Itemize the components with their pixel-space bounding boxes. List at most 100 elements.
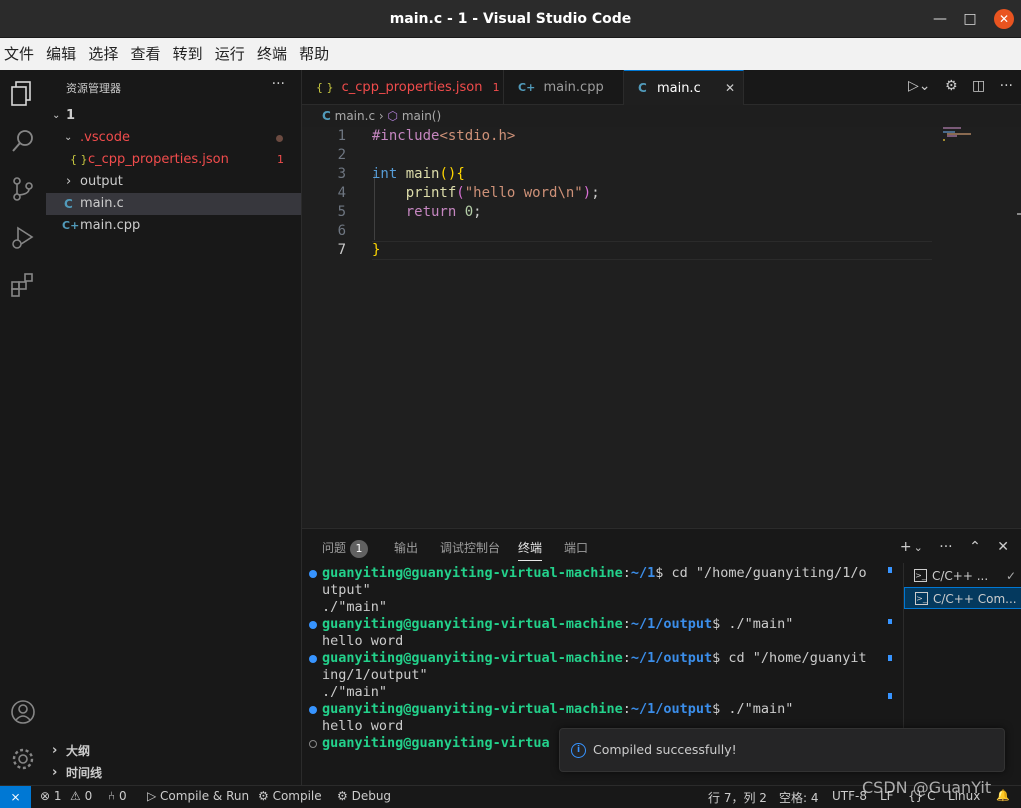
check-icon: ✓: [1005, 569, 1016, 583]
terminal-item[interactable]: >_ C/C++ Com...: [904, 587, 1021, 609]
notifications-bell-icon[interactable]: 🔔: [996, 789, 1010, 802]
chevron-down-icon[interactable]: ⌄: [914, 541, 923, 554]
tab-terminal[interactable]: 终端: [518, 539, 543, 561]
code-editor[interactable]: 1 #include<stdio.h> 2 3 int main(){ 4 pr…: [302, 127, 1021, 527]
json-icon: { }: [70, 153, 88, 166]
outline-section[interactable]: › 大纲: [46, 740, 301, 762]
command-status-dot[interactable]: [309, 655, 317, 663]
json-icon: { }: [316, 81, 334, 94]
timeline-label: 时间线: [66, 766, 103, 780]
terminal-line: guanyiting@guanyiting-virtual-machine:~/…: [322, 650, 867, 667]
tab-label: main.c: [656, 81, 701, 96]
explorer-icon[interactable]: [8, 78, 38, 108]
notification-toast[interactable]: i Compiled successfully!: [559, 728, 1005, 772]
maximize-button[interactable]: □: [960, 9, 980, 29]
close-panel-icon[interactable]: ✕: [997, 539, 1009, 555]
account-icon[interactable]: [8, 697, 38, 727]
minimize-button[interactable]: —: [930, 9, 950, 29]
source-control-icon[interactable]: [8, 174, 38, 204]
terminal-scrollbar[interactable]: [888, 563, 892, 743]
folder-output[interactable]: › output: [46, 171, 301, 193]
command-status-dot[interactable]: [309, 570, 317, 578]
file-main-cpp[interactable]: C+ main.cpp: [46, 215, 301, 237]
search-icon[interactable]: [8, 126, 38, 156]
code-text: int main(){: [372, 166, 465, 182]
terminal-line: ./"main": [322, 599, 388, 615]
minimap[interactable]: [941, 127, 1021, 527]
panel-actions: + ⌄ ··· ⌃ ✕: [888, 539, 1009, 555]
more-actions-icon[interactable]: ···: [1000, 78, 1013, 94]
tab-problems[interactable]: 问题 1: [322, 539, 369, 558]
terminal-icon: >_: [915, 592, 928, 605]
code-line: 3 int main(){: [302, 165, 932, 184]
menu-run[interactable]: 运行: [211, 38, 249, 70]
tab-ports[interactable]: 端口: [564, 539, 588, 556]
line-number: 7: [337, 242, 346, 258]
warnings-status[interactable]: ⚠ 0: [70, 789, 92, 803]
file-c-cpp-properties[interactable]: { } c_cpp_properties.json 1: [46, 149, 301, 171]
tab-output[interactable]: 输出: [394, 539, 418, 556]
breadcrumb-file[interactable]: main.c: [335, 109, 375, 123]
tab-label: main.cpp: [543, 80, 604, 95]
more-actions-icon[interactable]: ···: [939, 539, 952, 555]
file-main-c[interactable]: C main.c: [46, 193, 301, 215]
errors-status[interactable]: ⊗ 1: [40, 789, 62, 803]
debug-button[interactable]: ⚙ Debug: [337, 789, 391, 803]
tab-main-cpp[interactable]: C+ main.cpp: [504, 70, 624, 105]
terminal-line: ing/1/output": [322, 667, 428, 683]
menu-file[interactable]: 文件: [0, 38, 38, 70]
menu-go[interactable]: 转到: [169, 38, 207, 70]
explorer-more-button[interactable]: ···: [272, 76, 285, 92]
manage-gear-icon[interactable]: [8, 744, 38, 774]
tab-c-cpp-properties[interactable]: { } c_cpp_properties.json 1: [302, 70, 504, 105]
code-line: 1 #include<stdio.h>: [302, 127, 932, 146]
prompt-colon: :: [622, 650, 631, 666]
error-count: 1: [277, 153, 284, 166]
command-status-dot[interactable]: [309, 706, 317, 714]
menu-edit[interactable]: 编辑: [42, 38, 80, 70]
code-text: }: [372, 242, 381, 258]
menu-view[interactable]: 查看: [126, 38, 164, 70]
line-number: 2: [337, 147, 346, 163]
menu-terminal[interactable]: 终端: [253, 38, 291, 70]
command-status-dot[interactable]: [309, 621, 317, 629]
folder-vscode[interactable]: ⌄ .vscode: [46, 127, 301, 149]
folder-vscode-label: .vscode: [80, 130, 130, 145]
terminal-line: guanyiting@guanyiting-virtual-machine:~/…: [322, 701, 793, 718]
tab-label: 问题: [322, 541, 347, 555]
compile-button[interactable]: ⚙ Compile: [258, 789, 322, 803]
line-number: 4: [337, 185, 346, 201]
terminal-line: hello word: [322, 718, 404, 734]
gear-icon[interactable]: ⚙: [945, 78, 958, 94]
cursor-position[interactable]: 行 7，列 2: [708, 789, 767, 806]
terminal-item[interactable]: >_ C/C++ ... ✓: [904, 565, 1021, 587]
extensions-icon[interactable]: [8, 270, 38, 300]
add-terminal-icon[interactable]: +: [900, 539, 912, 555]
compile-run-button[interactable]: ▷ Compile & Run: [147, 789, 249, 803]
editor-tabs: { } c_cpp_properties.json 1 C+ main.cpp …: [302, 70, 1021, 105]
activity-bar: [0, 70, 46, 785]
cpp-file-icon: C+: [518, 81, 536, 94]
folder-root[interactable]: ⌄ 1: [46, 105, 301, 127]
terminal-label: C/C++ Com...: [933, 592, 1017, 606]
ports-status[interactable]: ⑃ 0: [108, 789, 127, 803]
explorer-header: 资源管理器: [66, 82, 121, 95]
tab-label: c_cpp_properties.json: [341, 80, 483, 95]
remote-icon[interactable]: ⨯: [0, 786, 31, 808]
menu-help[interactable]: 帮助: [295, 38, 333, 70]
indentation-status[interactable]: 空格: 4: [779, 789, 819, 806]
run-icon[interactable]: ▷⌄: [908, 78, 931, 94]
command-status-dot[interactable]: [309, 740, 317, 748]
split-editor-icon[interactable]: ◫: [972, 78, 985, 94]
close-tab-icon[interactable]: ✕: [725, 71, 735, 106]
tab-main-c[interactable]: C main.c ✕: [624, 70, 744, 105]
maximize-panel-icon[interactable]: ⌃: [969, 539, 981, 555]
tab-debug-console[interactable]: 调试控制台: [440, 539, 500, 556]
menu-selection[interactable]: 选择: [84, 38, 122, 70]
breadcrumb-symbol[interactable]: main(): [402, 109, 441, 123]
outline-label: 大纲: [66, 744, 91, 758]
run-debug-icon[interactable]: [8, 222, 38, 252]
timeline-section[interactable]: › 时间线: [46, 762, 301, 784]
close-window-button[interactable]: ✕: [994, 9, 1014, 29]
breadcrumb: C main.c › ⬡ main(): [302, 105, 441, 127]
